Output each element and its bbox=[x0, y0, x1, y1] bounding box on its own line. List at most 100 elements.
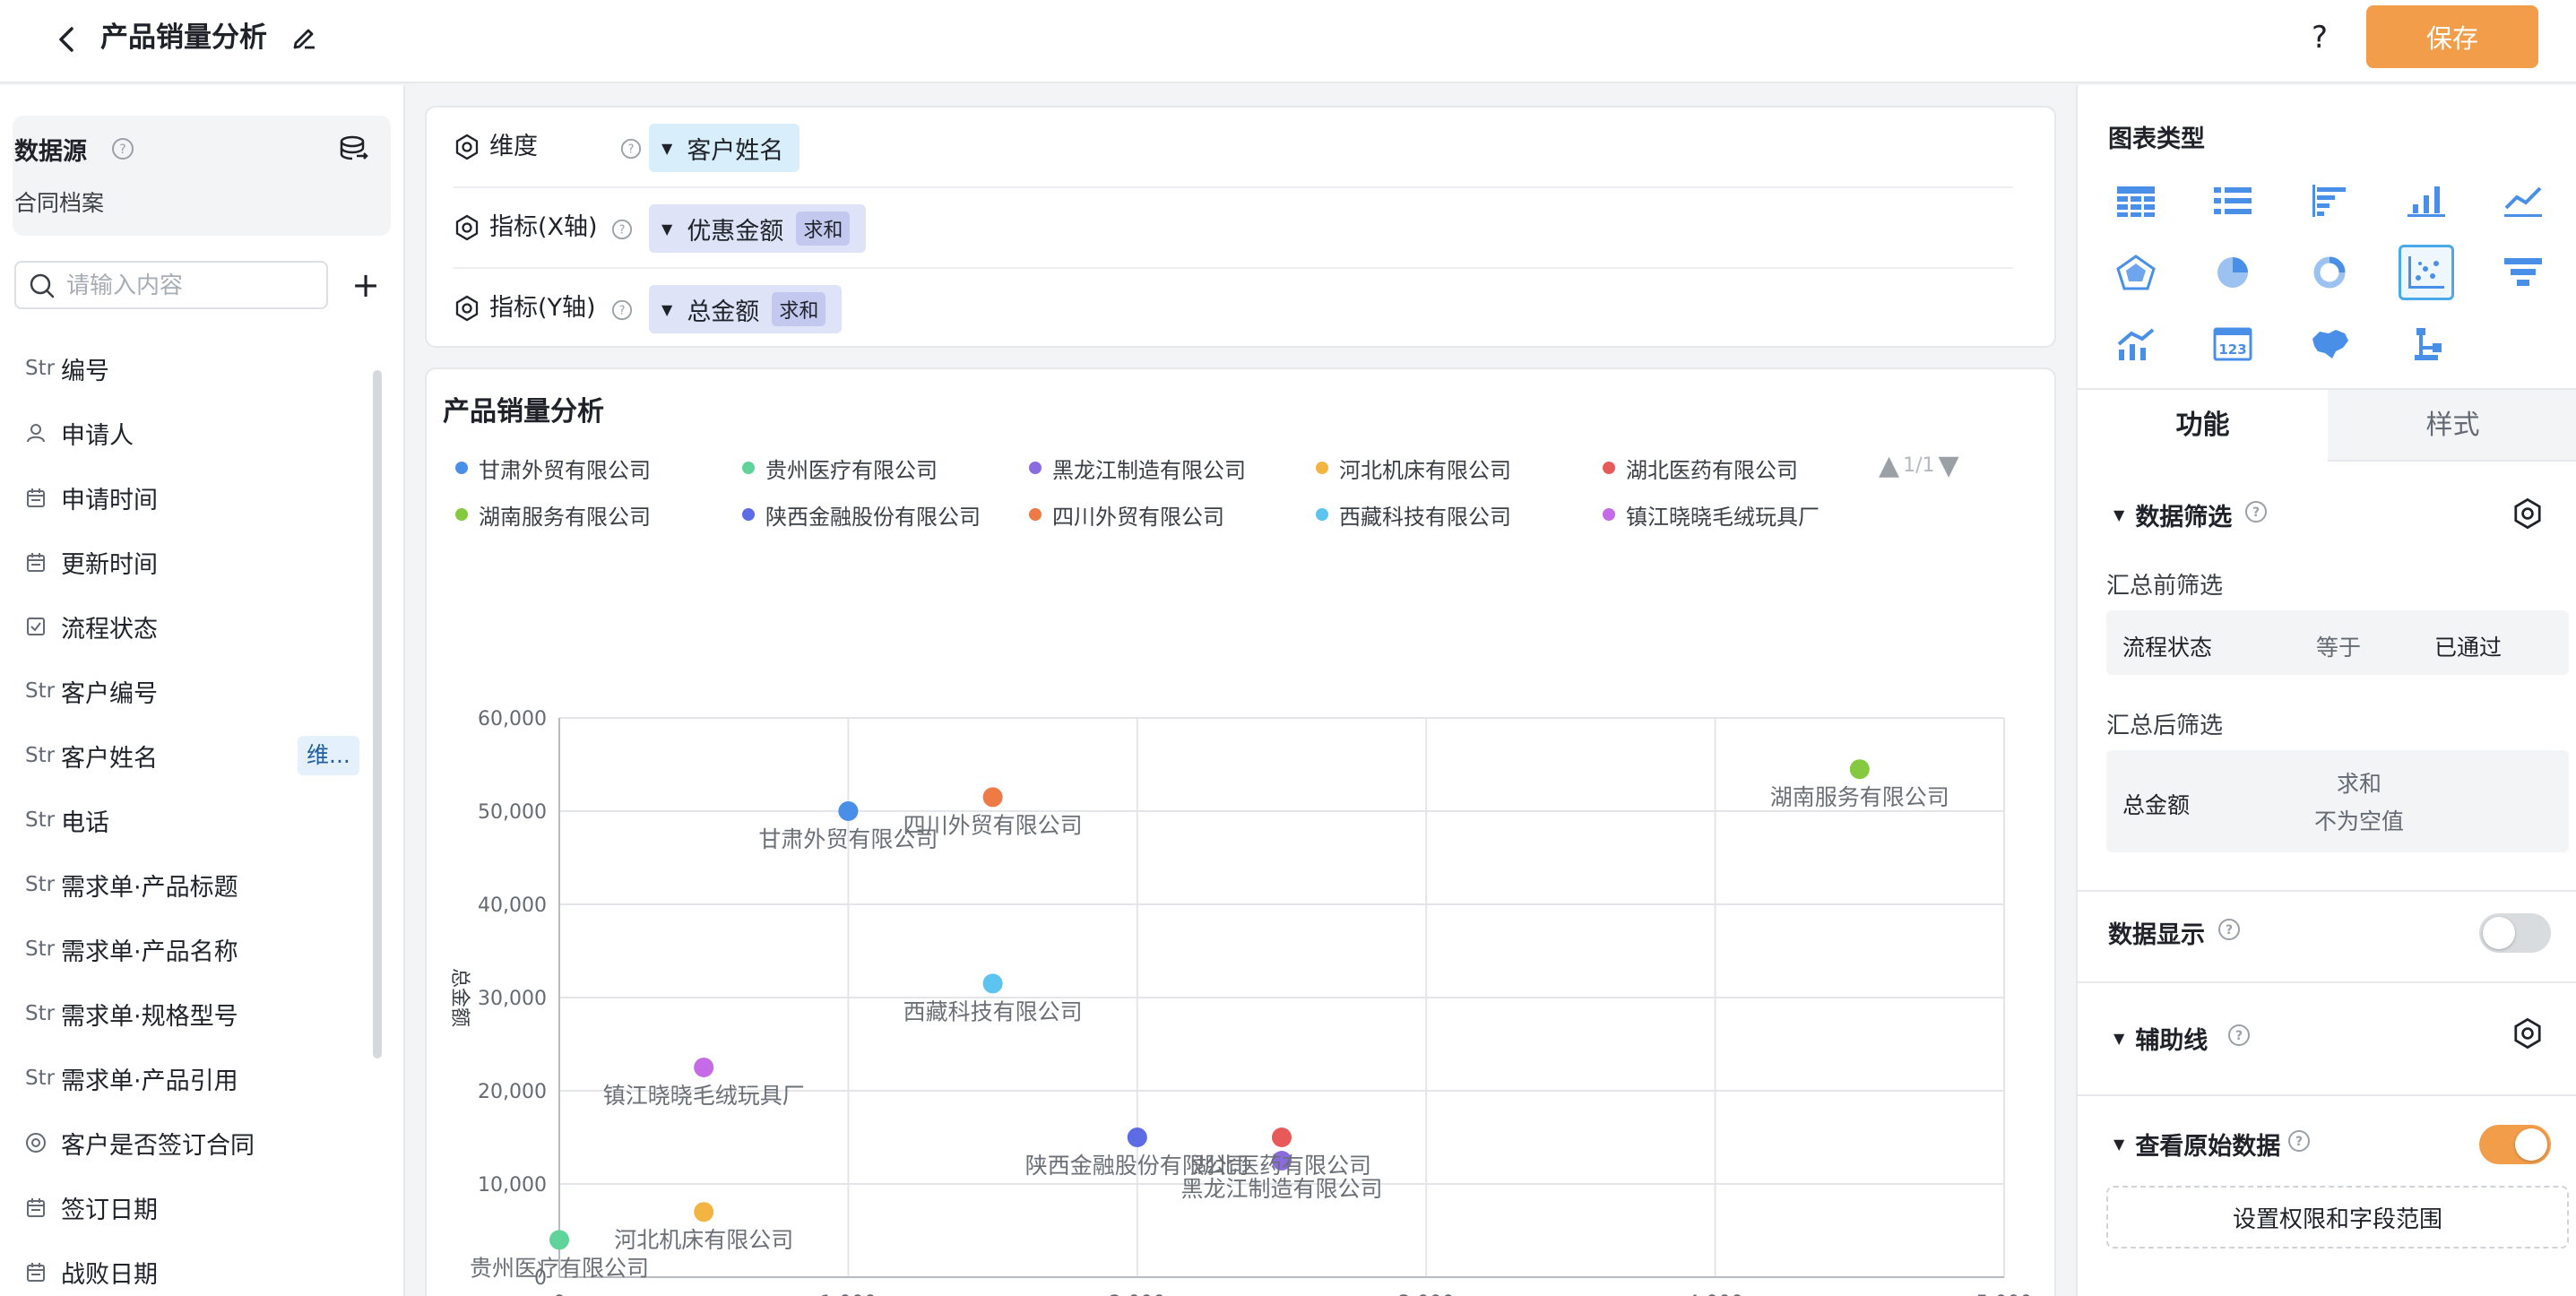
data-display-toggle[interactable] bbox=[2479, 913, 2551, 953]
edit-title-button[interactable] bbox=[289, 22, 321, 54]
field-item[interactable]: 申请人 bbox=[25, 408, 366, 458]
pre-filter-row[interactable]: 流程状态 等于 已通过 bbox=[2106, 610, 2569, 675]
help-circle-icon[interactable]: ? bbox=[2244, 500, 2268, 530]
number-card-icon[interactable]: 123 bbox=[2205, 316, 2260, 372]
combo-chart-icon[interactable] bbox=[2108, 316, 2164, 372]
back-button[interactable] bbox=[47, 20, 86, 59]
legend-item[interactable]: 黑龙江制造有限公司 bbox=[1029, 452, 1246, 484]
add-field-button[interactable]: + bbox=[348, 261, 384, 309]
legend-item[interactable]: 甘肃外贸有限公司 bbox=[455, 452, 651, 484]
line-chart-icon[interactable] bbox=[2495, 173, 2551, 229]
field-search-input[interactable] bbox=[66, 270, 317, 302]
donut-chart-icon[interactable] bbox=[2302, 245, 2357, 300]
field-item[interactable]: 流程状态 bbox=[25, 601, 366, 652]
legend-item[interactable]: 镇江晓晓毛绒玩具厂 bbox=[1603, 498, 1820, 531]
legend-label: 镇江晓晓毛绒玩具厂 bbox=[1626, 504, 1820, 530]
aux-line-section[interactable]: ▼ 辅助线 ? bbox=[2114, 1021, 2251, 1056]
detail-list-icon[interactable] bbox=[2205, 173, 2260, 229]
field-item[interactable]: Str 电话 bbox=[25, 795, 366, 845]
post-filter-row[interactable]: 总金额 求和 不为空值 bbox=[2106, 750, 2569, 852]
field-label: 更新时间 bbox=[61, 550, 158, 579]
field-type-label: Str bbox=[25, 1067, 56, 1090]
legend-item[interactable]: 陕西金融股份有限公司 bbox=[742, 498, 981, 531]
tab-style[interactable]: 样式 bbox=[2328, 390, 2576, 462]
settings-hexagon-icon[interactable] bbox=[2511, 497, 2544, 530]
bar-chart-icon[interactable] bbox=[2399, 173, 2454, 229]
tab-function[interactable]: 功能 bbox=[2078, 390, 2328, 462]
help-button[interactable]: ? bbox=[2300, 16, 2339, 59]
field-item[interactable]: 申请时间 bbox=[25, 472, 366, 523]
funnel-chart-icon[interactable] bbox=[2495, 245, 2551, 300]
field-item[interactable]: Str 需求单·产品引用 bbox=[25, 1053, 366, 1103]
x-metric-chip[interactable]: ▼ 优惠金额 求和 bbox=[649, 204, 867, 253]
legend-label: 西藏科技有限公司 bbox=[1339, 504, 1511, 530]
map-chart-icon[interactable] bbox=[2302, 316, 2357, 372]
raw-data-section[interactable]: ▼ 查看原始数据 ? bbox=[2114, 1127, 2311, 1162]
post-filter-label: 汇总后筛选 bbox=[2106, 713, 2224, 739]
svg-text:?: ? bbox=[2226, 923, 2233, 937]
save-button[interactable]: 保存 bbox=[2366, 5, 2538, 68]
legend-next-icon[interactable]: ▼ bbox=[1938, 450, 1958, 481]
point-label: 西藏科技有限公司 bbox=[903, 998, 1083, 1024]
legend-item[interactable]: 贵州医疗有限公司 bbox=[742, 452, 938, 484]
table-icon[interactable] bbox=[2108, 173, 2164, 229]
y-metric-chip[interactable]: ▼ 总金额 求和 bbox=[649, 285, 843, 333]
legend-label: 甘肃外贸有限公司 bbox=[479, 457, 651, 483]
caret-down-icon: ▼ bbox=[2114, 1030, 2125, 1047]
database-switch-icon[interactable] bbox=[339, 135, 369, 162]
legend-item[interactable]: 河北机床有限公司 bbox=[1316, 452, 1511, 484]
settings-hexagon-icon[interactable] bbox=[2511, 1017, 2544, 1050]
field-search-box[interactable] bbox=[14, 261, 328, 309]
toggle-knob bbox=[2483, 917, 2515, 949]
help-circle-icon[interactable]: ? bbox=[611, 219, 633, 240]
scatter-chart-icon[interactable] bbox=[2399, 245, 2454, 300]
field-item[interactable]: Str 编号 bbox=[25, 343, 366, 393]
field-item[interactable]: Str 客户编号 bbox=[25, 666, 366, 716]
field-item[interactable]: Str 客户姓名 维... bbox=[25, 730, 366, 781]
sidebar-scrollbar[interactable] bbox=[373, 370, 382, 1058]
radio-icon bbox=[25, 1132, 61, 1153]
help-circle-icon[interactable]: ? bbox=[2227, 1024, 2251, 1053]
data-filter-section[interactable]: ▼ 数据筛选 ? bbox=[2114, 497, 2268, 532]
pie-chart-icon[interactable] bbox=[2205, 245, 2260, 300]
y-tick-label: 10,000 bbox=[478, 1174, 547, 1197]
field-item[interactable]: Str 需求单·产品名称 bbox=[25, 924, 366, 974]
dimension-chip[interactable]: ▼ 客户姓名 bbox=[649, 124, 800, 172]
field-item[interactable]: 客户是否签订合同 bbox=[25, 1118, 366, 1168]
x-tick-label: 4,000 bbox=[1687, 1292, 1743, 1296]
scatter-point bbox=[1127, 1128, 1147, 1147]
field-item[interactable]: Str 需求单·产品标题 bbox=[25, 860, 366, 910]
field-item[interactable]: Str 需求单·规格型号 bbox=[25, 989, 366, 1039]
bar-horizontal-icon[interactable] bbox=[2302, 173, 2357, 229]
point-label: 湖南服务有限公司 bbox=[1770, 784, 1949, 810]
calendar-icon bbox=[25, 487, 61, 508]
raw-data-toggle[interactable] bbox=[2479, 1125, 2551, 1164]
help-circle-icon[interactable]: ? bbox=[611, 299, 633, 321]
radar-chart-icon[interactable] bbox=[2108, 245, 2164, 300]
field-item[interactable]: 更新时间 bbox=[25, 537, 366, 587]
settings-circle-icon[interactable] bbox=[454, 295, 480, 322]
permission-scope-button[interactable]: 设置权限和字段范围 bbox=[2106, 1186, 2569, 1248]
help-circle-icon[interactable]: ? bbox=[2287, 1129, 2311, 1159]
field-item[interactable]: 战败日期 bbox=[25, 1247, 366, 1296]
settings-circle-icon[interactable] bbox=[454, 134, 480, 160]
legend-marker bbox=[1603, 462, 1615, 474]
pre-filter-field: 流程状态 bbox=[2122, 635, 2213, 661]
x-tick-label: 2,000 bbox=[1109, 1292, 1165, 1296]
settings-circle-icon[interactable] bbox=[454, 214, 480, 241]
dimension-value: 客户姓名 bbox=[687, 136, 784, 165]
help-circle-icon[interactable]: ? bbox=[620, 138, 642, 160]
dimension-row: 维度 ? ▼ 客户姓名 bbox=[454, 108, 2013, 188]
help-circle-icon[interactable]: ? bbox=[2217, 918, 2241, 947]
legend-prev-icon[interactable]: ▲ bbox=[1879, 450, 1899, 481]
org-chart-icon[interactable] bbox=[2399, 316, 2454, 372]
legend-item[interactable]: 西藏科技有限公司 bbox=[1316, 498, 1511, 531]
legend-item[interactable]: 湖北医药有限公司 bbox=[1603, 452, 1798, 484]
raw-data-label: 查看原始数据 bbox=[2135, 1133, 2281, 1161]
legend-item[interactable]: 湖南服务有限公司 bbox=[455, 498, 651, 531]
help-circle-icon[interactable]: ? bbox=[111, 137, 134, 160]
field-item[interactable]: 签订日期 bbox=[25, 1182, 366, 1232]
x-metric-label: 指标(X轴) bbox=[489, 213, 598, 241]
field-label: 客户是否签订合同 bbox=[61, 1131, 255, 1160]
legend-item[interactable]: 四川外贸有限公司 bbox=[1029, 498, 1224, 531]
